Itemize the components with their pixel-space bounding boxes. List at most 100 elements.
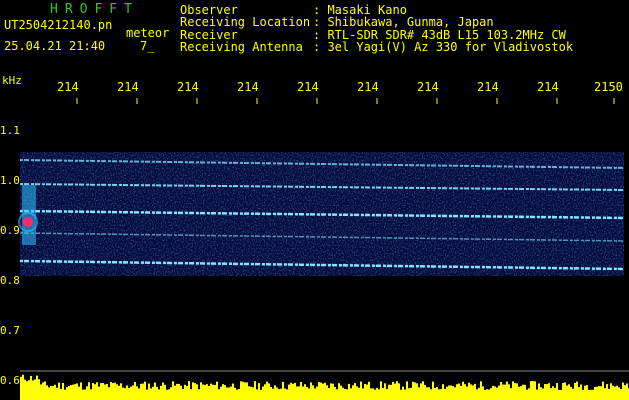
amplitude-bar <box>466 386 468 400</box>
amplitude-bar <box>102 382 104 400</box>
amplitude-bar <box>208 385 210 400</box>
amplitude-bar <box>470 384 472 400</box>
amplitude-bar <box>420 383 422 400</box>
amplitude-bar <box>572 388 574 400</box>
amplitude-bar <box>110 382 112 400</box>
amplitude-bar <box>390 384 392 400</box>
x-tick-label: 214 <box>477 80 499 94</box>
amplitude-bar <box>594 386 596 400</box>
amplitude-bar <box>28 380 30 400</box>
amplitude-bar <box>336 389 338 400</box>
amplitude-bar <box>154 382 156 400</box>
amplitude-bar <box>242 381 244 400</box>
amplitude-bar <box>222 384 224 400</box>
amplitude-bar <box>290 382 292 400</box>
amplitude-bar <box>434 387 436 400</box>
amplitude-bar <box>530 381 532 400</box>
x-tick-label: 2150 <box>594 80 623 94</box>
amplitude-bar <box>374 389 376 400</box>
amplitude-bar <box>42 382 44 400</box>
amplitude-bar <box>320 382 322 400</box>
amplitude-bar <box>608 388 610 400</box>
amplitude-bar <box>540 387 542 400</box>
amplitude-bar <box>138 388 140 400</box>
grid-lines <box>76 98 615 104</box>
amplitude-bar <box>124 388 126 400</box>
amplitude-bar <box>490 388 492 400</box>
amplitude-bar <box>274 385 276 400</box>
amplitude-bar <box>388 384 390 400</box>
amplitude-bar <box>542 388 544 400</box>
amplitude-bar <box>342 387 344 400</box>
amplitude-bar <box>140 383 142 400</box>
amplitude-bar <box>418 387 420 400</box>
amplitude-bar <box>496 387 498 400</box>
y-tick-label: 0.9 <box>0 224 20 237</box>
amplitude-bar <box>122 387 124 400</box>
amplitude-bar <box>80 382 82 400</box>
amplitude-bar <box>144 381 146 400</box>
amplitude-bar <box>612 385 614 400</box>
amplitude-bar <box>562 383 564 400</box>
amplitude-bar <box>104 384 106 400</box>
amplitude-bar <box>68 386 70 400</box>
amplitude-bar <box>350 388 352 400</box>
amplitude-bar <box>522 384 524 400</box>
amplitude-bar <box>454 387 456 400</box>
amplitude-bar <box>448 385 450 400</box>
amplitude-bar <box>116 384 118 400</box>
amplitude-bar <box>362 388 364 400</box>
amplitude-bar <box>74 384 76 400</box>
amplitude-bar <box>236 389 238 400</box>
amplitude-bar <box>86 386 88 400</box>
amplitude-bar <box>62 382 64 400</box>
amplitude-bar <box>158 389 160 400</box>
amplitude-bar <box>450 385 452 400</box>
amplitude-bar <box>616 385 618 400</box>
x-tick-label: 214 <box>177 80 199 94</box>
amplitude-bar <box>460 385 462 400</box>
amplitude-bar <box>492 385 494 400</box>
amplitude-bar <box>330 383 332 400</box>
amplitude-bar <box>622 382 624 400</box>
amplitude-bar <box>136 386 138 400</box>
amplitude-bar <box>318 382 320 400</box>
amplitude-bar <box>354 383 356 400</box>
amplitude-bar <box>398 383 400 400</box>
amplitude-bar <box>482 386 484 400</box>
amplitude-bar <box>282 381 284 400</box>
amplitude-bar <box>404 389 406 400</box>
amplitude-bar <box>36 375 38 400</box>
amplitude-bar <box>152 386 154 400</box>
amplitude-bar <box>270 386 272 400</box>
amplitude-bar <box>474 383 476 400</box>
amplitude-bar <box>624 385 626 400</box>
amplitude-bar <box>220 386 222 400</box>
amplitude-bar <box>514 383 516 400</box>
x-tick-label: 214 <box>357 80 379 94</box>
amplitude-bar <box>180 385 182 400</box>
amplitude-bar <box>446 386 448 400</box>
amplitude-bar <box>112 383 114 400</box>
amplitude-bar <box>256 389 258 400</box>
amplitude-bar <box>164 384 166 400</box>
amplitude-bar <box>500 381 502 400</box>
amplitude-bar <box>452 386 454 400</box>
amplitude-bar <box>476 389 478 400</box>
amplitude-bar <box>170 387 172 400</box>
amplitude-bar <box>478 387 480 400</box>
amplitude-bar <box>292 383 294 400</box>
amplitude-bar <box>98 386 100 400</box>
amplitude-bar <box>272 388 274 400</box>
amplitude-bar <box>178 383 180 400</box>
amplitude-bar <box>168 389 170 400</box>
amplitude-bar <box>518 386 520 400</box>
amplitude-bar <box>254 381 256 400</box>
amplitude-bar <box>26 381 28 400</box>
amplitude-bar <box>278 389 280 400</box>
amplitude-bar <box>422 381 424 400</box>
amplitude-bar <box>228 387 230 400</box>
amplitude-bar <box>58 382 60 400</box>
amplitude-bar <box>456 384 458 400</box>
amplitude-bar <box>314 388 316 400</box>
